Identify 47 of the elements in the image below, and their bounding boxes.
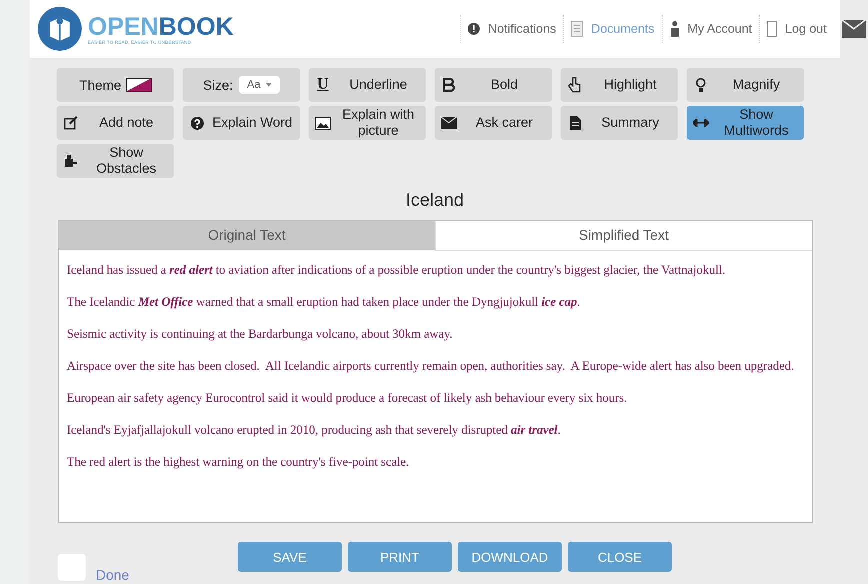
nav-link[interactable]: Log out: [759, 15, 834, 43]
toolbar-button[interactable]: Highlight: [561, 68, 678, 102]
document-icon: [571, 21, 584, 37]
logo-wordmark: OPENBOOK: [88, 14, 234, 40]
image-icon: [315, 116, 331, 130]
toolbar-button[interactable]: Add note: [57, 106, 174, 140]
paragraph: The red alert is the highest warning on the country's five-point scale.: [67, 454, 410, 470]
size-control[interactable]: Size: Aa: [183, 68, 300, 102]
edit-icon: [64, 116, 78, 130]
paragraph: The Icelandic Met Office warned that a small eruption had taken place under the Dyngjujokull ice cap.: [67, 294, 582, 310]
toolbar-button[interactable]: Show Obstacles: [57, 144, 174, 178]
paragraph: Iceland's Eyjafjallajokull volcano erupted in 2010, producing ash that severely disrupted air travel.: [67, 422, 562, 438]
toolbar-button[interactable]: Theme: [57, 68, 174, 102]
help-icon: [190, 116, 204, 130]
file-icon: [570, 116, 580, 130]
toolbar-button[interactable]: Explain Word: [183, 106, 300, 140]
done-label: Done: [96, 567, 130, 583]
paragraph: Seismic activity is continuing at the Bardarbunga volcano, about 30km away.: [67, 326, 454, 342]
underline-icon: U: [317, 76, 329, 94]
nav-link[interactable]: Notifications: [460, 15, 564, 43]
toolbar-button[interactable]: U Underline: [309, 68, 426, 102]
toolbar-button[interactable]: Explain with picture: [309, 106, 426, 140]
paragraph: Iceland has issued a red alert to aviation after indications of a possible eruption under the country's biggest glacier, the Vattnajokull.: [67, 262, 726, 278]
theme-swatch-icon: [126, 78, 152, 92]
lightbulb-icon: [696, 78, 706, 92]
size-label: Size:: [203, 78, 234, 92]
tab[interactable]: Simplified Text: [435, 221, 812, 251]
size-dropdown[interactable]: Aa: [239, 76, 280, 94]
envelope-icon[interactable]: [842, 20, 866, 38]
paragraph: Airspace over the site has been closed. All Icelandic airports currently remain open, authorities say. A Europe-wide alert has also been upgraded.: [67, 358, 796, 374]
toolbar-button[interactable]: Magnify: [687, 68, 804, 102]
toolbar-button[interactable]: Ask carer: [435, 106, 552, 140]
book-logo-icon: [38, 7, 82, 51]
tab[interactable]: Original Text: [59, 221, 435, 250]
toolbar-button[interactable]: Bold: [435, 68, 552, 102]
paragraph: European air safety agency Eurocontrol said it would produce a forecast of likely ash behaviour every six hours.: [67, 390, 628, 406]
toolbar-button[interactable]: Show Multiwords: [687, 106, 804, 140]
bold-icon: [443, 78, 455, 92]
double-arrow-icon: [693, 119, 709, 127]
pointing-hand-icon: [568, 77, 582, 93]
document-title: Iceland: [404, 190, 466, 211]
person-icon: [670, 21, 680, 37]
nav-link[interactable]: My Account: [662, 15, 760, 43]
envelope-icon: [441, 117, 457, 129]
toolbar-button[interactable]: Summary: [561, 106, 678, 140]
caret-icon: [266, 83, 272, 87]
alert-icon: [468, 23, 480, 35]
